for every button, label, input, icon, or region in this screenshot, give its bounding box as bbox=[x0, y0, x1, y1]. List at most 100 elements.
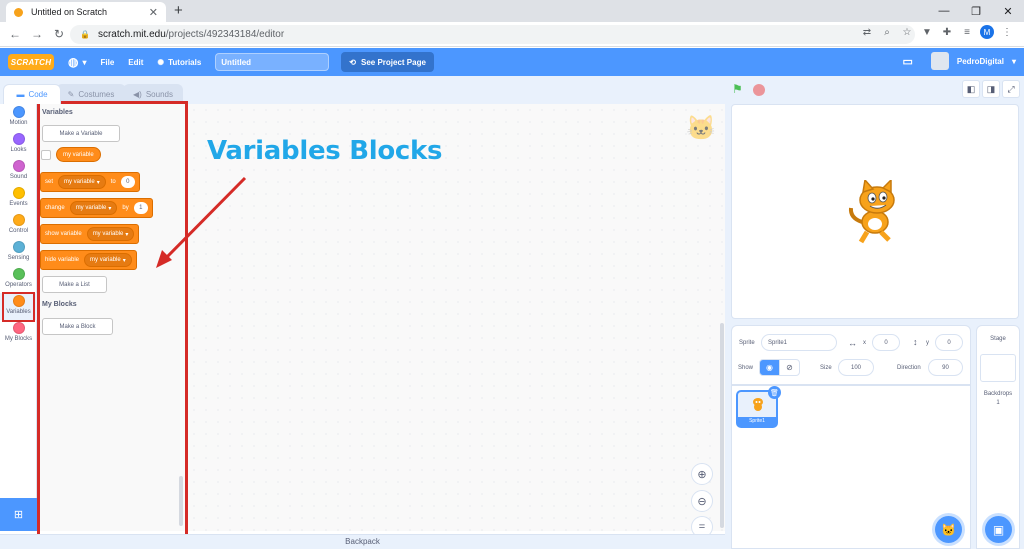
url-bar[interactable]: 🔒 scratch.mit.edu /projects/492343184/ed… bbox=[70, 25, 915, 44]
operators-dot-icon bbox=[12, 268, 25, 280]
backdrops-label: Backdrops bbox=[983, 391, 1013, 397]
category-label: Looks bbox=[10, 147, 27, 153]
back-icon[interactable]: ← bbox=[4, 27, 26, 41]
direction-input[interactable]: 90 bbox=[928, 359, 963, 376]
category-label: Sound bbox=[9, 174, 28, 180]
zoom-in-button[interactable]: ⊕ bbox=[691, 463, 713, 485]
show-label: Show bbox=[738, 365, 754, 371]
profile-avatar[interactable]: M bbox=[980, 25, 994, 39]
url-path: /projects/492343184/editor bbox=[165, 29, 285, 40]
new-tab-icon[interactable]: + bbox=[174, 2, 183, 19]
zoom-out-button[interactable]: ⊖ bbox=[691, 490, 713, 512]
lock-icon: 🔒 bbox=[80, 30, 90, 39]
tutorials-menu[interactable]: ✺ Tutorials bbox=[157, 58, 201, 67]
bookmark-star-icon[interactable]: ☆ bbox=[900, 27, 914, 38]
motion-dot-icon bbox=[12, 106, 25, 118]
zoom-icon[interactable]: ⌕ bbox=[880, 27, 894, 38]
green-flag-icon[interactable]: ⚑ bbox=[732, 82, 743, 96]
project-title-input[interactable]: Untitled bbox=[215, 53, 330, 71]
see-project-page-label: See Project Page bbox=[360, 57, 426, 67]
address-toolbar: ← → ↻ 🔒 scratch.mit.edu /projects/492343… bbox=[0, 22, 1024, 47]
minimize-icon[interactable]: — bbox=[928, 0, 960, 22]
account-caret-icon[interactable]: ▾ bbox=[1012, 57, 1016, 66]
stop-icon[interactable] bbox=[753, 84, 765, 96]
events-dot-icon bbox=[12, 187, 25, 199]
workspace-sprite-watermark-icon: 🐱 bbox=[686, 115, 716, 142]
looks-dot-icon bbox=[12, 133, 25, 145]
reload-icon[interactable]: ↻ bbox=[48, 27, 70, 41]
close-tab-icon[interactable]: ✕ bbox=[149, 6, 158, 19]
y-position-input[interactable]: 0 bbox=[935, 334, 963, 351]
workspace-scrollbar[interactable] bbox=[720, 323, 724, 528]
maximize-icon[interactable]: ❐ bbox=[960, 0, 992, 22]
x-arrows-icon: ↔ bbox=[848, 338, 857, 348]
tutorials-label: Tutorials bbox=[168, 57, 202, 67]
fullscreen-icon[interactable]: ⤢ bbox=[1002, 80, 1020, 98]
window-controls: — ❐ ✕ bbox=[928, 0, 1024, 22]
direction-label: Direction bbox=[897, 365, 921, 371]
size-input[interactable]: 100 bbox=[838, 359, 874, 376]
scratch-menu-bar: SCRATCH ◍ ▾ File Edit ✺ Tutorials Untitl… bbox=[0, 48, 1024, 76]
category-my-blocks[interactable]: My Blocks bbox=[0, 320, 37, 347]
stage-panel-title: Stage bbox=[990, 336, 1006, 342]
category-motion[interactable]: Motion bbox=[0, 104, 37, 131]
browser-tab[interactable]: Untitled on Scratch ✕ bbox=[6, 2, 166, 22]
small-stage-icon[interactable]: ◧ bbox=[962, 80, 980, 98]
translate-icon[interactable]: ⇄ bbox=[860, 27, 874, 38]
sprite-info-panel: Sprite Sprite1 ↔ x 0 ↕ y 0 Show ◉ ⊘ Size… bbox=[731, 325, 971, 385]
user-avatar[interactable] bbox=[930, 52, 949, 70]
sprite-thumbnail-icon bbox=[753, 398, 763, 411]
add-extension-icon: ⊞ bbox=[13, 509, 24, 521]
tab-costumes-label: Costumes bbox=[78, 90, 115, 99]
choose-backdrop-image-icon[interactable]: ▣ bbox=[985, 516, 1012, 543]
show-visible-eye-icon[interactable]: ◉ bbox=[759, 359, 780, 376]
my-stuff-folder-icon[interactable]: ▭ bbox=[902, 55, 912, 68]
see-project-page-button[interactable]: ⟲ See Project Page bbox=[341, 52, 434, 72]
edit-menu[interactable]: Edit bbox=[128, 58, 143, 67]
backpack-bar[interactable]: Backpack bbox=[0, 534, 725, 549]
large-stage-icon[interactable]: ◨ bbox=[982, 80, 1000, 98]
username[interactable]: PedroDigital bbox=[957, 57, 1004, 66]
category-label: Events bbox=[9, 201, 28, 207]
tab-sounds-label: Sounds bbox=[145, 90, 173, 99]
x-label: x bbox=[863, 340, 866, 346]
caret-down-icon: ▾ bbox=[82, 57, 87, 67]
extension-icon[interactable]: ▼ bbox=[920, 27, 934, 38]
tab-code[interactable]: ▬ Code bbox=[3, 84, 61, 104]
code-workspace[interactable] bbox=[188, 104, 725, 531]
file-menu[interactable]: File bbox=[101, 58, 115, 67]
menu-right: ▭ PedroDigital ▾ bbox=[902, 52, 1016, 70]
scratch-cat-sprite[interactable] bbox=[845, 180, 907, 244]
stage-layout-buttons: ◧ ◨ ⤢ bbox=[962, 80, 1020, 98]
forward-icon[interactable]: → bbox=[26, 27, 48, 41]
scratch-favicon-icon bbox=[14, 7, 23, 17]
choose-sprite-cat-icon[interactable]: 🐱 bbox=[935, 516, 962, 543]
scratch-logo[interactable]: SCRATCH bbox=[8, 54, 54, 70]
category-events[interactable]: Events bbox=[0, 185, 37, 212]
browser-menu-icon[interactable]: ⋮ bbox=[1000, 27, 1014, 38]
category-looks[interactable]: Looks bbox=[0, 131, 37, 158]
remix-arrows-icon: ⟲ bbox=[349, 57, 356, 67]
close-window-icon[interactable]: ✕ bbox=[992, 0, 1024, 22]
code-blocks-icon: ▬ bbox=[16, 90, 25, 99]
reading-list-icon[interactable]: ≡ bbox=[960, 27, 974, 38]
x-position-input[interactable]: 0 bbox=[872, 334, 900, 351]
show-hidden-eye-icon[interactable]: ⊘ bbox=[779, 359, 800, 376]
delete-sprite-trash-icon[interactable]: 🗑 bbox=[768, 386, 781, 399]
category-control[interactable]: Control bbox=[0, 212, 37, 239]
palette-highlight-box bbox=[37, 101, 188, 537]
category-sound[interactable]: Sound bbox=[0, 158, 37, 185]
toolbar-icons: ⇄ ⌕ ☆ ▼ ✚ ≡ M ⋮ bbox=[860, 25, 1014, 39]
add-extension-button[interactable]: ⊞ bbox=[0, 498, 37, 531]
category-sensing[interactable]: Sensing bbox=[0, 239, 37, 266]
browser-tab-bar: Untitled on Scratch ✕ + — ❐ ✕ bbox=[0, 0, 1024, 22]
y-label: y bbox=[926, 340, 929, 346]
sprite-tile-name: Sprite1 bbox=[738, 417, 776, 426]
control-dot-icon bbox=[12, 214, 25, 226]
size-label: Size bbox=[820, 365, 832, 371]
category-operators[interactable]: Operators bbox=[0, 266, 37, 293]
language-menu[interactable]: ◍ ▾ bbox=[68, 55, 87, 69]
sprite-name-input[interactable]: Sprite1 bbox=[761, 334, 837, 351]
backdrop-thumbnail bbox=[980, 354, 1016, 382]
puzzle-icon[interactable]: ✚ bbox=[940, 27, 954, 38]
